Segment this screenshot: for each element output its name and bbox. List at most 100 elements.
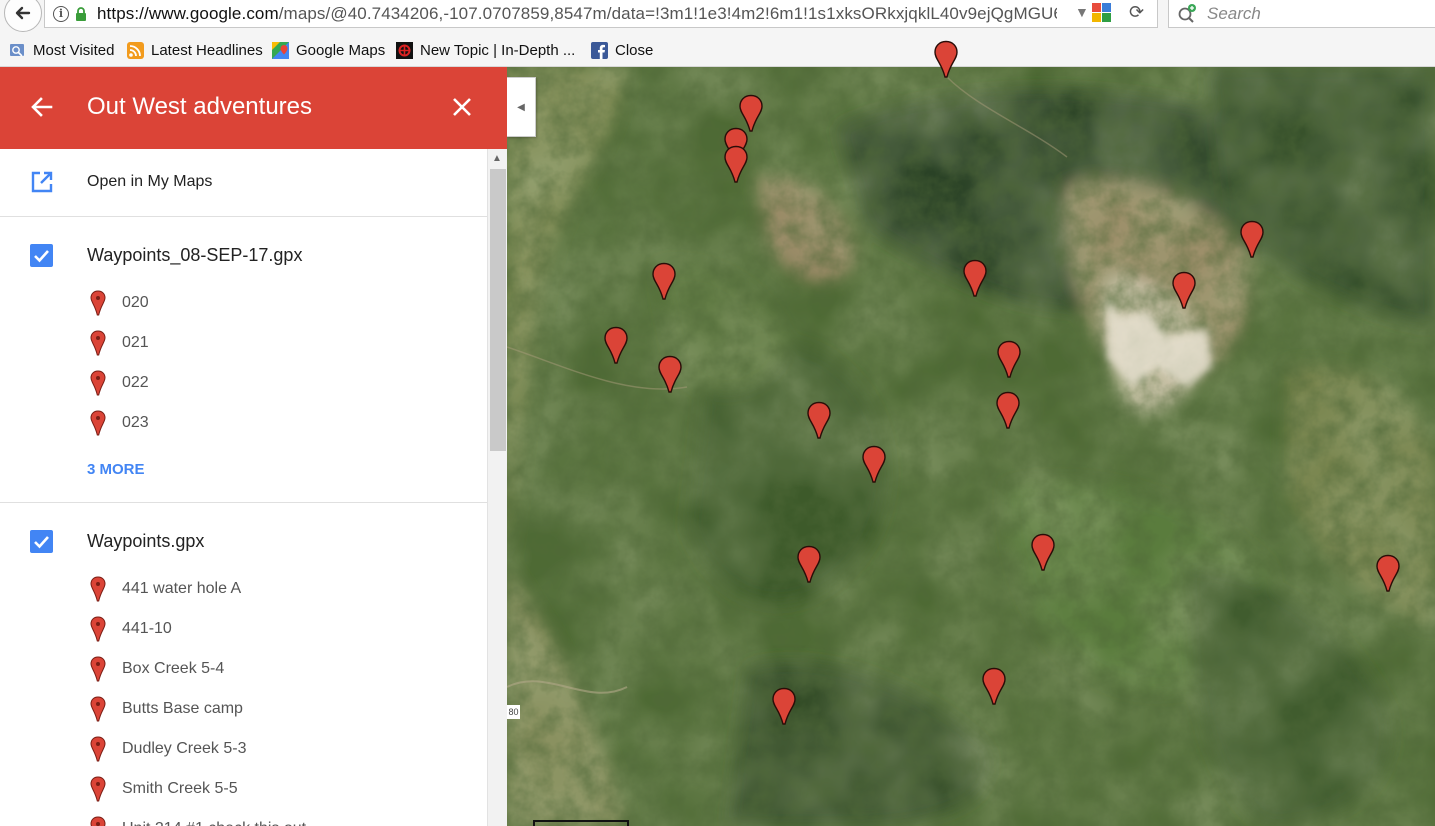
layer-divider <box>0 502 487 503</box>
map-marker[interactable] <box>996 340 1022 378</box>
bookmark-label: New Topic | In-Depth ... <box>420 42 576 59</box>
map-marker[interactable] <box>651 262 677 300</box>
lock-icon <box>75 6 87 21</box>
map-marker[interactable] <box>981 667 1007 705</box>
check-icon <box>34 536 49 549</box>
map-pin-icon <box>90 776 106 802</box>
map-scale <box>533 820 629 826</box>
back-button[interactable] <box>4 0 42 32</box>
google-maps-icon <box>272 42 289 59</box>
map-pin-icon <box>90 696 106 722</box>
map-pin-icon <box>90 410 106 436</box>
waypoint-item[interactable]: 021 <box>87 330 467 358</box>
map-pin-icon <box>934 40 958 78</box>
map-pin-icon <box>724 145 748 183</box>
waypoint-item[interactable]: Butts Base camp <box>87 696 467 724</box>
bookmark-label: Close <box>615 42 654 59</box>
waypoint-label: 441-10 <box>122 620 172 637</box>
map-pin-icon <box>1172 271 1196 309</box>
bookmark-label: Most Visited <box>33 42 115 59</box>
satellite-imagery <box>507 67 1435 826</box>
map-pin-icon <box>90 736 106 762</box>
map-marker[interactable] <box>1375 554 1401 592</box>
bookmark-latest-headlines[interactable]: Latest Headlines <box>127 42 263 59</box>
map-marker[interactable] <box>995 391 1021 429</box>
reload-icon[interactable]: ⟳ <box>1129 2 1144 23</box>
map-marker[interactable] <box>861 445 887 483</box>
map-pin-icon <box>90 656 106 682</box>
map-marker[interactable] <box>603 326 629 364</box>
waypoint-item[interactable]: Dudley Creek 5-3 <box>87 736 467 764</box>
map-marker[interactable] <box>962 259 988 297</box>
waypoint-label: 441 water hole A <box>122 580 242 597</box>
waypoint-label: Butts Base camp <box>122 700 243 717</box>
map-pin-icon <box>652 262 676 300</box>
satellite-map[interactable] <box>507 67 1435 826</box>
waypoint-item[interactable]: Unit 214 #1 check this out <box>87 816 467 826</box>
waypoint-label: 021 <box>122 334 149 351</box>
search-input[interactable]: Search <box>1168 0 1435 28</box>
map-marker[interactable] <box>1239 220 1265 258</box>
waypoint-item[interactable]: Smith Creek 5-5 <box>87 776 467 804</box>
bookmark-most-visited[interactable]: Most Visited <box>9 42 114 59</box>
map-marker[interactable] <box>771 687 797 725</box>
check-icon <box>34 250 49 263</box>
map-pin-icon <box>963 259 987 297</box>
map-marker[interactable] <box>1030 533 1056 571</box>
show-more-button[interactable]: 3 MORE <box>87 461 145 478</box>
waypoint-item[interactable]: 023 <box>87 410 467 438</box>
map-marker[interactable] <box>806 401 832 439</box>
chevron-down-icon[interactable]: ▼ <box>1075 4 1089 20</box>
map-pin-icon <box>996 391 1020 429</box>
bookmark-label: Google Maps <box>296 42 386 59</box>
close-icon[interactable] <box>449 94 475 120</box>
map-marker[interactable] <box>1171 271 1197 309</box>
map-pin-icon <box>1240 220 1264 258</box>
waypoint-item[interactable]: Box Creek 5-4 <box>87 656 467 684</box>
back-arrow-icon[interactable] <box>28 93 56 121</box>
map-pin-icon <box>604 326 628 364</box>
scroll-up-icon[interactable]: ▲ <box>492 153 502 164</box>
waypoint-label: Box Creek 5-4 <box>122 660 225 677</box>
map-pin-icon <box>982 667 1006 705</box>
bookmark-google-maps[interactable]: Google Maps <box>272 42 385 59</box>
waypoint-label: 023 <box>122 414 149 431</box>
scrollbar-thumb[interactable] <box>490 169 506 451</box>
map-pin-icon <box>90 330 106 356</box>
layer-checkbox[interactable] <box>30 530 53 553</box>
waypoint-item[interactable]: 022 <box>87 370 467 398</box>
url-bar[interactable]: i https://www.google.com/maps/@40.743420… <box>44 0 1158 28</box>
bookmark-close[interactable]: Close <box>591 42 653 59</box>
map-pin-icon <box>658 355 682 393</box>
collapse-panel-button[interactable]: ◀ <box>507 77 536 137</box>
bookmark-new-topic[interactable]: New Topic | In-Depth ... <box>396 42 575 59</box>
map-pin-icon <box>807 401 831 439</box>
most-visited-icon <box>10 44 24 57</box>
map-pin-icon <box>997 340 1021 378</box>
road-label: 80 <box>507 705 520 719</box>
panel-scrollbar[interactable]: ▲ <box>487 149 507 826</box>
waypoint-item[interactable]: 020 <box>87 290 467 318</box>
waypoint-item[interactable]: 441 water hole A <box>87 576 467 604</box>
map-marker[interactable] <box>796 545 822 583</box>
facebook-icon <box>591 42 608 59</box>
bookmarks-bar: Most Visited Latest Headlines Google Map… <box>0 36 1435 67</box>
map-marker[interactable] <box>723 145 749 183</box>
open-external-icon <box>31 171 53 193</box>
open-in-my-maps-button[interactable]: Open in My Maps <box>0 149 487 217</box>
layer-checkbox[interactable] <box>30 244 53 267</box>
map-pin-icon <box>772 687 796 725</box>
map-marker[interactable] <box>657 355 683 393</box>
panel-header: Out West adventures <box>0 67 507 149</box>
waypoint-item[interactable]: 441-10 <box>87 616 467 644</box>
map-marker[interactable] <box>933 40 959 78</box>
info-icon[interactable]: i <box>53 5 69 22</box>
open-in-my-maps-label: Open in My Maps <box>87 173 213 190</box>
map-pin-icon <box>797 545 821 583</box>
waypoint-label: Smith Creek 5-5 <box>122 780 238 797</box>
extension-icon[interactable] <box>1092 3 1111 22</box>
panel-title: Out West adventures <box>87 93 312 120</box>
map-pin-icon <box>862 445 886 483</box>
waypoint-label: 022 <box>122 374 149 391</box>
url-text[interactable]: https://www.google.com/maps/@40.7434206,… <box>97 4 1057 24</box>
